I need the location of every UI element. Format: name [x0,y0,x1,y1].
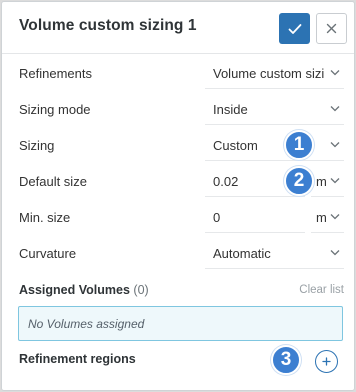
curvature-value: Automatic [213,246,271,261]
panel-title: Volume custom sizing 1 [19,17,197,34]
min-size-input[interactable]: 0 [205,202,305,233]
refinements-value: Volume custom sizing [213,66,325,81]
min-size-value: 0 [213,210,221,225]
chevron-down-icon [330,178,340,184]
default-size-value: 0.02 [213,174,239,189]
min-size-label: Min. size [19,210,71,225]
annotation-badge-2: 2 [284,166,314,196]
sizing-mode-label: Sizing mode [19,102,91,117]
assigned-volumes-title: Assigned Volumes [19,283,130,297]
assigned-volumes-dropzone[interactable]: No Volumes assigned [18,306,343,341]
curvature-label: Curvature [19,246,77,261]
plus-icon [322,357,331,366]
refinements-label: Refinements [19,66,92,81]
chevron-down-icon [330,106,340,112]
refinements-select[interactable]: Volume custom sizing [205,58,344,89]
min-size-unit-select[interactable]: m [311,202,344,233]
default-size-unit: m [316,174,327,189]
refinements-row: Refinements Volume custom sizing [2,56,354,92]
sizing-mode-select[interactable]: Inside [205,94,344,125]
min-size-unit: m [316,210,327,225]
curvature-select[interactable]: Automatic [205,238,344,269]
chevron-down-icon [330,142,340,148]
confirm-button[interactable] [279,13,310,44]
sizing-mode-value: Inside [213,102,248,117]
close-icon [326,23,337,34]
checkmark-icon [288,23,301,34]
chevron-down-icon [330,250,340,256]
default-size-label: Default size [19,174,87,189]
add-refinement-region-button[interactable] [315,350,338,373]
assigned-volumes-heading: Assigned Volumes (0) [19,283,149,297]
clear-list-link[interactable]: Clear list [299,284,344,296]
annotation-badge-3: 3 [271,345,301,375]
close-button[interactable] [316,13,347,44]
curvature-row: Curvature Automatic [2,236,354,272]
sizing-label: Sizing [19,138,55,153]
min-size-row: Min. size 0 m [2,200,354,236]
panel-header: Volume custom sizing 1 [2,2,354,54]
no-volumes-text: No Volumes assigned [28,317,145,331]
annotation-badge-1: 1 [284,130,314,160]
volume-custom-sizing-panel: Volume custom sizing 1 Refinements Volum… [1,1,355,391]
sizing-mode-row: Sizing mode Inside [2,92,354,128]
chevron-down-icon [330,70,340,76]
chevron-down-icon [330,214,340,220]
refinement-regions-title: Refinement regions [19,352,136,366]
sizing-select[interactable]: Custom [205,130,344,161]
default-size-unit-select[interactable]: m [311,166,344,197]
assigned-volumes-count: (0) [133,283,149,297]
